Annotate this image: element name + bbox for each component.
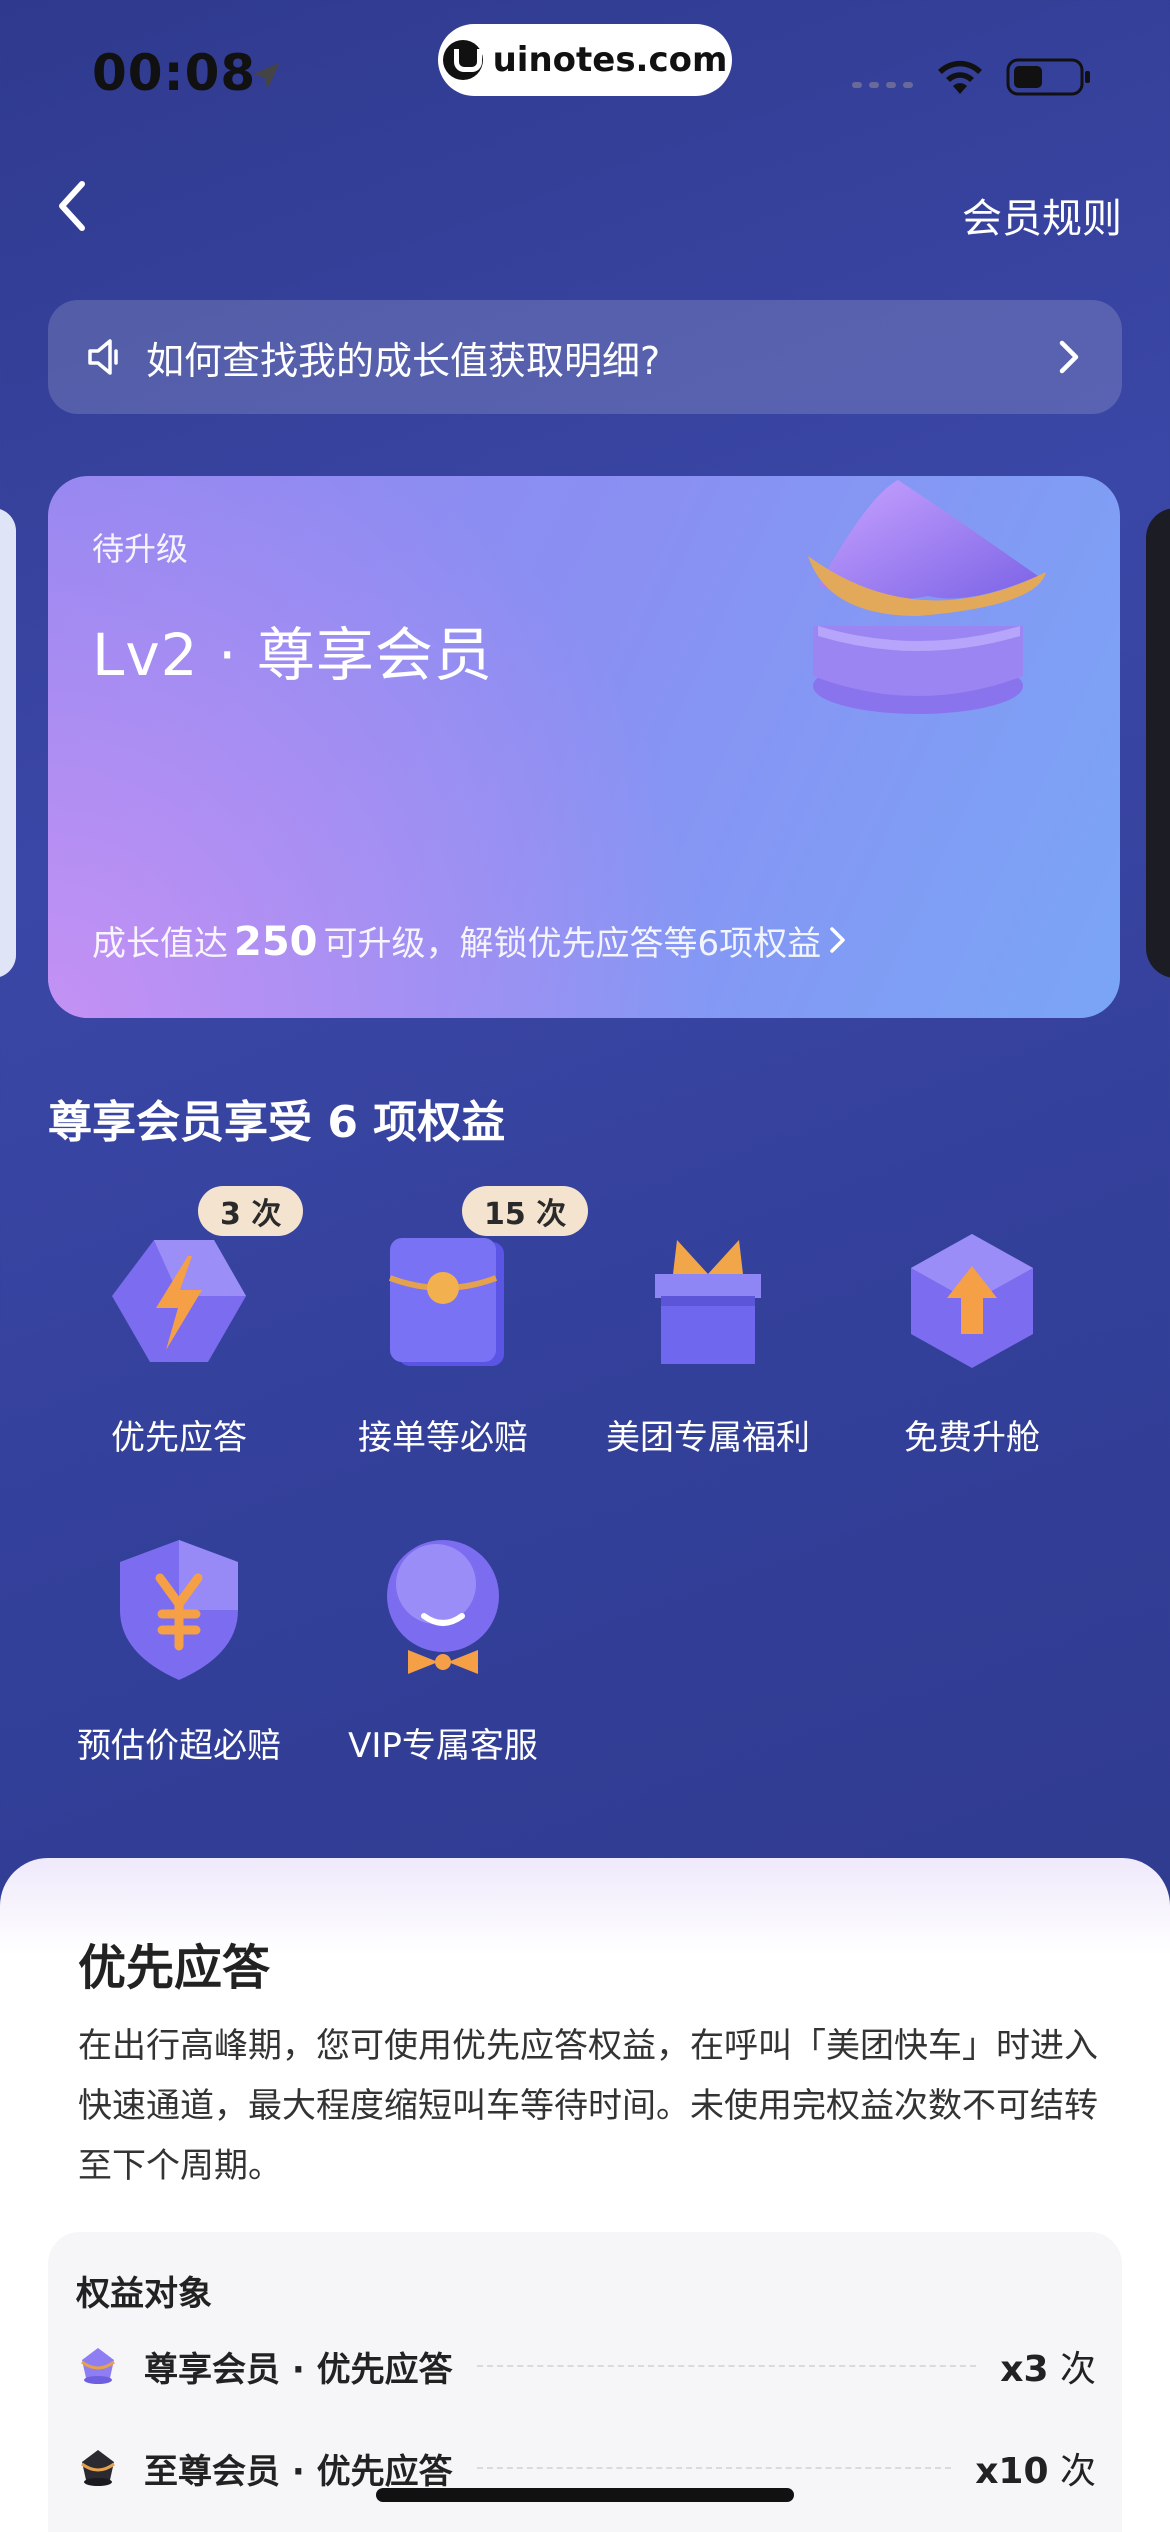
level-progress[interactable]: 成长值达 250 可升级，解锁优先应答等6项权益 xyxy=(92,916,849,965)
benefit-object-box: 权益对象 尊享会员 · 优先应答 x3 次 至尊会员 · 优先应答 x10 次 xyxy=(48,2232,1122,2532)
benefit-order-compensation[interactable]: 接单等必赔 xyxy=(313,1226,573,1459)
back-icon[interactable] xyxy=(50,178,94,234)
wifi-icon xyxy=(938,60,982,94)
benefit-vip-customer-service[interactable]: VIP专属客服 xyxy=(313,1534,573,1767)
benefit-label: 接单等必赔 xyxy=(358,1418,528,1458)
benefit-count-badge: 15 次 xyxy=(462,1186,589,1236)
home-indicator[interactable] xyxy=(376,2488,794,2502)
benefit-label: 预估价超必赔 xyxy=(77,1726,281,1766)
speaker-icon xyxy=(88,339,118,375)
benefit-count-badge: 3 次 xyxy=(198,1186,304,1236)
progress-value: 250 xyxy=(234,919,318,965)
notice-text: 如何查找我的成长值获取明细? xyxy=(146,338,661,383)
benefit-label: 美团专属福利 xyxy=(606,1418,810,1458)
chevron-right-icon xyxy=(1059,340,1079,374)
object-title: 权益对象 xyxy=(76,2274,212,2314)
benefit-meituan-welfare[interactable]: 美团专属福利 xyxy=(578,1226,838,1459)
previous-level-card[interactable] xyxy=(0,508,16,978)
object-count: x10 次 xyxy=(975,2451,1096,2492)
status-time: 00:08 xyxy=(92,44,257,102)
level-card[interactable]: 待升级 Lv2 · 尊享会员 成长值达 250 可升级，解锁优先应答等6项权益 xyxy=(48,476,1120,1018)
benefit-free-upgrade[interactable]: 免费升舱 xyxy=(842,1226,1102,1459)
benefit-priority-response[interactable]: 优先应答 xyxy=(49,1226,309,1459)
battery-icon xyxy=(1006,58,1090,96)
benefit-label: VIP专属客服 xyxy=(348,1726,538,1766)
customer-service-icon xyxy=(387,1540,499,1674)
lightning-icon xyxy=(112,1240,246,1362)
watermark-logo-icon xyxy=(442,40,483,80)
detail-title: 优先应答 xyxy=(78,1940,271,1996)
benefit-detail-sheet: 优先应答 在出行高峰期，您可使用优先应答权益，在呼叫「美团快车」时进入快速通道，… xyxy=(0,1858,1170,2532)
level-name: Lv2 · 尊享会员 xyxy=(92,621,493,689)
benefit-estimate-compensation[interactable]: 预估价超必赔 xyxy=(49,1534,309,1767)
level-status: 待升级 xyxy=(92,530,189,568)
crown-black-icon xyxy=(81,2450,115,2486)
chevron-right-icon xyxy=(830,927,845,953)
detail-description: 在出行高峰期，您可使用优先应答权益，在呼叫「美团快车」时进入快速通道，最大程度缩… xyxy=(78,2026,1098,2186)
upgrade-arrow-icon xyxy=(911,1234,1033,1368)
watermark: uinotes.com xyxy=(438,24,732,96)
notice-bar[interactable]: 如何查找我的成长值获取明细? xyxy=(48,300,1122,414)
watermark-text: uinotes.com xyxy=(492,40,728,80)
benefit-label: 优先应答 xyxy=(111,1418,247,1458)
dashed-divider xyxy=(476,2467,952,2469)
member-rules-link[interactable]: 会员规则 xyxy=(962,186,1122,244)
gift-icon xyxy=(655,1240,761,1364)
object-name: 尊享会员 · 优先应答 xyxy=(144,2349,453,2390)
signal-icon xyxy=(852,82,913,88)
object-name: 至尊会员 · 优先应答 xyxy=(144,2451,453,2492)
yuan-shield-icon xyxy=(120,1540,238,1680)
next-level-card[interactable] xyxy=(1146,508,1170,978)
progress-prefix: 成长值达 xyxy=(92,924,228,964)
object-count: x3 次 xyxy=(1000,2349,1096,2390)
crown-icon xyxy=(808,480,1046,714)
red-envelope-icon xyxy=(388,1238,504,1366)
benefits-title: 尊享会员享受 6 项权益 xyxy=(48,1097,506,1148)
benefit-label: 免费升舱 xyxy=(904,1418,1040,1458)
object-row: 尊享会员 · 优先应答 x3 次 xyxy=(76,2336,1096,2396)
progress-suffix: 可升级，解锁优先应答等6项权益 xyxy=(323,924,822,964)
crown-purple-icon xyxy=(81,2348,115,2384)
location-arrow-icon xyxy=(252,62,280,90)
dashed-divider xyxy=(476,2365,977,2367)
